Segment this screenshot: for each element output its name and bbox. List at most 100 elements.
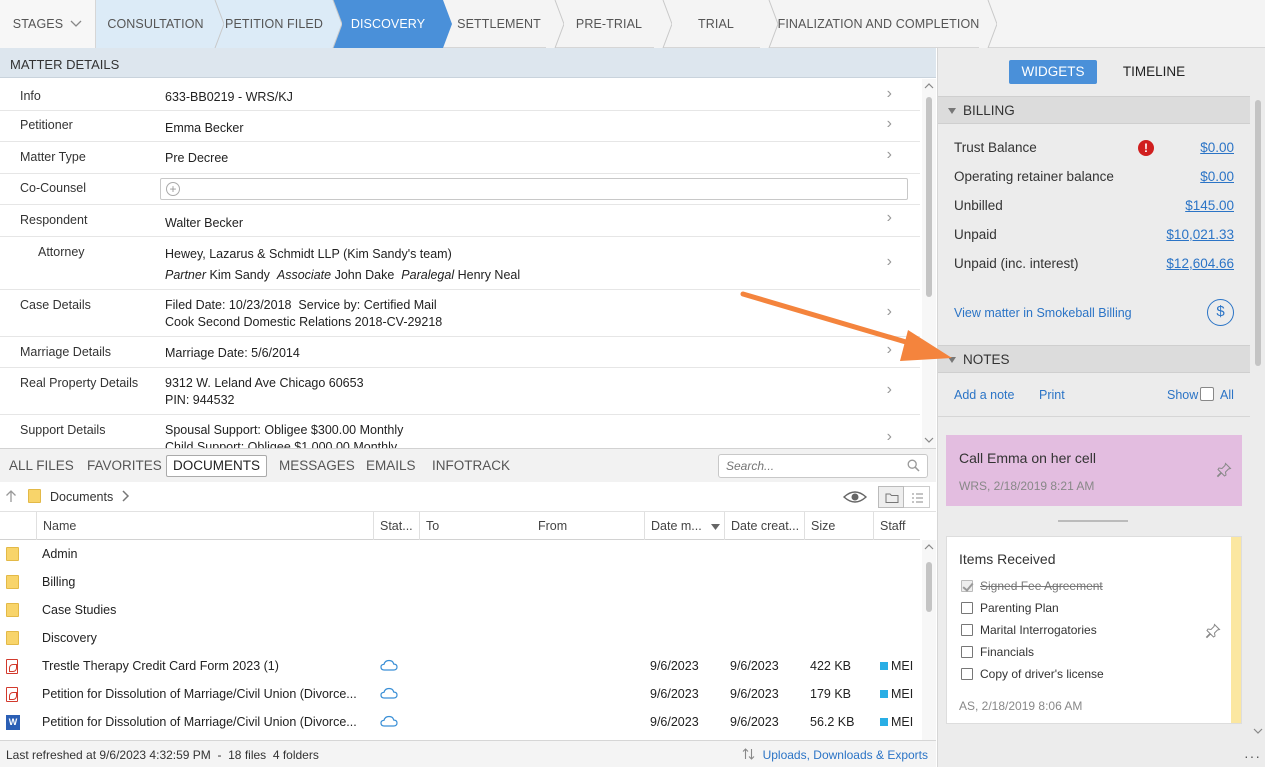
stage-label: PRE-TRIAL [575, 17, 643, 31]
note-card[interactable]: Call Emma on her cell WRS, 2/18/2019 8:2… [946, 435, 1242, 506]
eye-icon[interactable] [842, 488, 868, 506]
tab-timeline[interactable]: TIMELINE [1114, 60, 1194, 84]
staff: MEI [880, 659, 914, 673]
checklist-item[interactable]: Signed Fee Agreement [961, 579, 1103, 593]
checklist-label: Copy of driver's license [980, 667, 1104, 681]
file-row[interactable]: Petition for Dissolution of Marriage/Civ… [0, 680, 920, 708]
arrow-up-icon[interactable] [5, 489, 17, 503]
scroll-up-icon[interactable] [924, 83, 934, 89]
column-from[interactable]: From [531, 512, 644, 540]
checkbox[interactable] [961, 602, 973, 614]
pin-icon[interactable] [1205, 623, 1221, 639]
uploads-downloads-link[interactable]: Uploads, Downloads & Exports [742, 748, 928, 762]
chevron-right-icon[interactable] [121, 486, 131, 506]
column-to[interactable]: To [419, 512, 531, 540]
stages-dropdown[interactable]: STAGES [0, 0, 96, 48]
scroll-thumb[interactable] [1255, 100, 1261, 366]
row-label: Case Details [20, 298, 91, 312]
matter-row-info[interactable]: Info 633-BB0219 - WRS/KJ › [0, 79, 920, 111]
checklist-item[interactable]: Copy of driver's license [961, 667, 1104, 681]
support-line-1: Spousal Support: Obligee $300.00 Monthly [165, 423, 404, 437]
scroll-down-icon[interactable] [924, 437, 934, 443]
column-date-created[interactable]: Date creat... [724, 512, 804, 540]
co-counsel-input[interactable]: + [160, 178, 908, 200]
folder-row[interactable]: Billing [0, 568, 920, 596]
matter-row-attorney[interactable]: Attorney Hewey, Lazarus & Schmidt LLP (K… [0, 237, 920, 290]
stage-pre-trial[interactable]: PRE-TRIAL [555, 0, 672, 48]
file-list-scrollbar[interactable] [922, 540, 936, 740]
stage-finalization[interactable]: FINALIZATION AND COMPLETION [769, 0, 997, 48]
matter-row-petitioner[interactable]: Petitioner Emma Becker › [0, 111, 920, 142]
scroll-thumb[interactable] [926, 97, 932, 297]
tab-emails[interactable]: EMAILS [360, 455, 422, 477]
stage-petition-filed[interactable]: PETITION FILED [215, 0, 342, 48]
scroll-thumb[interactable] [926, 562, 932, 612]
file-row[interactable]: W Petition for Dissolution of Marriage/C… [0, 708, 920, 736]
file-name: Discovery [42, 631, 97, 645]
checkbox[interactable] [961, 624, 973, 636]
stage-label: TRIAL [698, 17, 734, 31]
tab-widgets[interactable]: WIDGETS [1009, 60, 1097, 84]
billing-value-link[interactable]: $145.00 [1185, 198, 1234, 213]
column-status[interactable]: Stat... [373, 512, 419, 540]
tab-all-files[interactable]: ALL FILES [3, 455, 80, 477]
column-date-modified[interactable]: Date m... [644, 512, 724, 540]
drag-handle[interactable] [1058, 520, 1128, 522]
checklist-item[interactable]: Financials [961, 645, 1034, 659]
checklist-note-card[interactable]: Items Received Signed Fee Agreement Pare… [946, 536, 1242, 724]
checklist-label: Financials [980, 645, 1035, 659]
column-size[interactable]: Size [804, 512, 873, 540]
scroll-up-icon[interactable] [924, 544, 934, 550]
checklist-item[interactable]: Parenting Plan [961, 601, 1059, 615]
checkbox[interactable] [961, 668, 973, 680]
stage-settlement[interactable]: SETTLEMENT [443, 0, 564, 48]
billing-value-link[interactable]: $12,604.66 [1166, 256, 1234, 271]
billing-value-link[interactable]: $0.00 [1200, 169, 1234, 184]
matter-row-respondent[interactable]: Respondent Walter Becker › [0, 205, 920, 237]
matter-row-real-property[interactable]: Real Property Details 9312 W. Leland Ave… [0, 368, 920, 415]
print-link[interactable]: Print [1039, 388, 1065, 402]
matter-scrollbar[interactable] [922, 79, 936, 448]
checkbox[interactable] [961, 646, 973, 658]
search-icon[interactable] [907, 459, 920, 472]
folder-view-button[interactable] [878, 486, 904, 508]
tab-infotrack[interactable]: INFOTRACK [426, 455, 516, 477]
add-note-link[interactable]: Add a note [954, 388, 1014, 402]
chevron-down-icon [70, 20, 82, 27]
billing-value-link[interactable]: $10,021.33 [1166, 227, 1234, 242]
dollar-icon[interactable]: $ [1207, 299, 1234, 326]
notes-section-header[interactable]: NOTES [938, 345, 1250, 373]
folder-row[interactable]: Discovery [0, 624, 920, 652]
checklist-item[interactable]: Marital Interrogatories [961, 623, 1097, 637]
row-label: Co-Counsel [20, 181, 87, 195]
cloud-icon [380, 659, 398, 671]
stage-discovery[interactable]: DISCOVERY [333, 0, 452, 48]
tab-documents[interactable]: DOCUMENTS [166, 455, 267, 477]
pin-icon[interactable] [1216, 462, 1232, 478]
file-row[interactable]: Trestle Therapy Credit Card Form 2023 (1… [0, 652, 920, 680]
matter-row-support-details[interactable]: Support Details Spousal Support: Obligee… [0, 415, 920, 448]
billing-section-header[interactable]: BILLING [938, 96, 1250, 124]
show-all-checkbox[interactable] [1200, 387, 1214, 401]
search-input[interactable] [718, 454, 928, 478]
right-pane-scrollbar[interactable] [1251, 96, 1265, 741]
matter-row-matter-type[interactable]: Matter Type Pre Decree › [0, 142, 920, 174]
file-name: Case Studies [42, 603, 117, 617]
stage-trial[interactable]: TRIAL [663, 0, 778, 48]
view-in-billing-link[interactable]: View matter in Smokeball Billing [954, 306, 1132, 320]
folder-row[interactable]: Case Studies [0, 596, 920, 624]
folder-row[interactable]: Admin [0, 540, 920, 568]
column-staff[interactable]: Staff [873, 512, 920, 540]
scroll-down-icon[interactable] [1253, 728, 1263, 734]
breadcrumb-documents[interactable]: Documents [50, 490, 113, 504]
stage-consultation[interactable]: CONSULTATION [96, 0, 224, 48]
column-name[interactable]: Name [36, 512, 373, 540]
list-view-button[interactable] [904, 486, 930, 508]
billing-value-link[interactable]: $0.00 [1200, 140, 1234, 155]
more-options-icon[interactable]: ··· [1244, 748, 1261, 764]
checkbox-checked[interactable] [961, 580, 973, 592]
checklist-label: Parenting Plan [980, 601, 1059, 615]
tab-favorites[interactable]: FAVORITES [81, 455, 168, 477]
add-icon[interactable]: + [166, 182, 180, 196]
tab-messages[interactable]: MESSAGES [273, 455, 361, 477]
